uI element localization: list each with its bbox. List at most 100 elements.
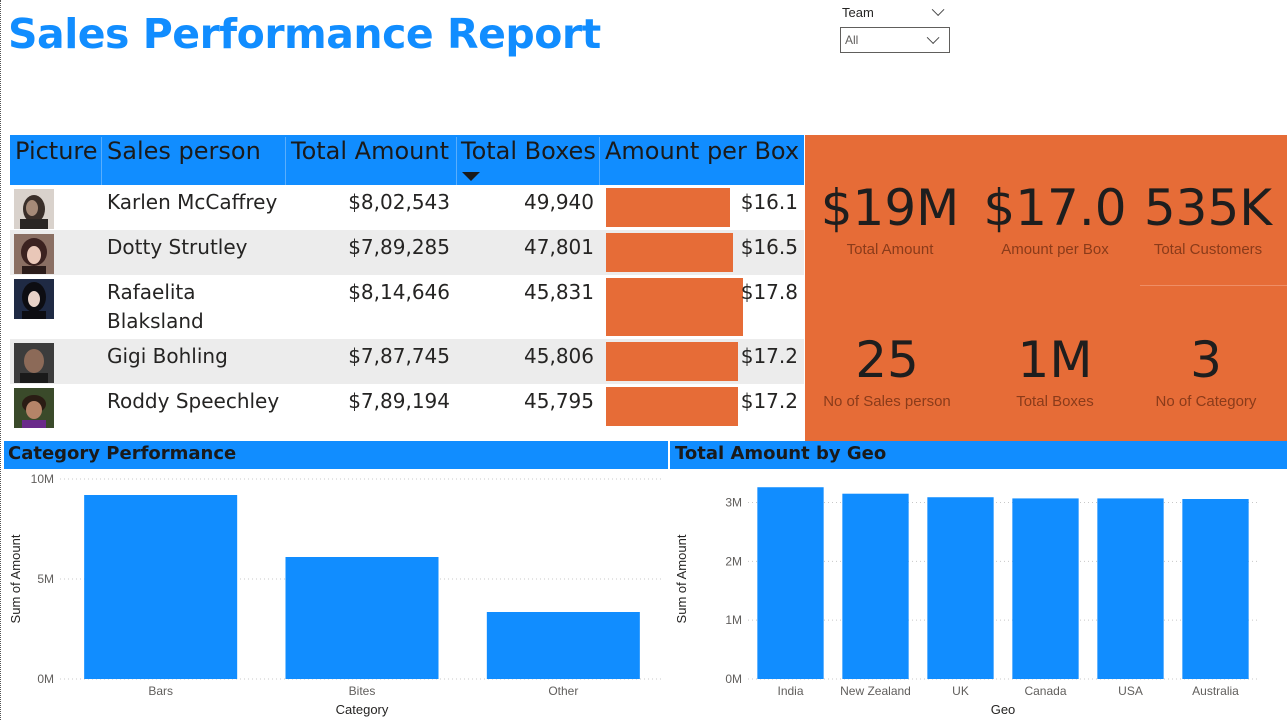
x-tick-label: New Zealand xyxy=(840,684,911,698)
sales-table: Picture Sales person Total Amount Total … xyxy=(10,135,804,428)
y-tick-label: 0M xyxy=(37,672,54,686)
sales-person-name: Karlen McCaffrey xyxy=(107,190,278,214)
total-boxes: 45,831 xyxy=(524,280,594,304)
kpi-divider xyxy=(1140,285,1287,286)
y-tick-label: 2M xyxy=(725,554,742,568)
kpi-no-of-sales-person[interactable]: 25 No of Sales person xyxy=(805,335,969,410)
x-tick-label: Canada xyxy=(1024,684,1066,698)
kpi-value: 3 xyxy=(1190,331,1222,389)
header-total-amount[interactable]: Total Amount xyxy=(285,137,449,185)
kpi-total-customers[interactable]: 535K Total Customers xyxy=(1133,183,1283,258)
geo-amount-chart[interactable]: 0M 1M 2M 3M India New Zealand UK Canada USA Austr… xyxy=(668,469,1287,720)
avatar xyxy=(14,234,54,274)
table-header: Picture Sales person Total Amount Total … xyxy=(10,135,804,185)
slicer-header[interactable]: Team xyxy=(840,2,950,22)
kpi-label: Total Customers xyxy=(1153,241,1263,258)
kpi-value: $17.0 xyxy=(983,179,1127,237)
kpi-no-of-category[interactable]: 3 No of Category xyxy=(1133,335,1279,410)
y-axis-title: Sum of Amount xyxy=(8,534,23,623)
bar-india xyxy=(757,487,824,679)
chevron-down-icon[interactable] xyxy=(926,30,940,44)
table-row[interactable]: Rafaelita Blaksland $8,14,646 45,831 $17… xyxy=(10,275,804,339)
sales-person-name: Gigi Bohling xyxy=(107,344,228,368)
team-slicer[interactable]: Team All xyxy=(840,2,950,53)
kpi-label: Amount per Box xyxy=(1001,241,1109,258)
x-axis-title: Geo xyxy=(991,702,1016,717)
x-tick-label: Australia xyxy=(1192,684,1239,698)
total-amount: $7,89,285 xyxy=(348,235,450,259)
header-amount-per-box[interactable]: Amount per Box xyxy=(599,137,799,185)
bar-usa xyxy=(1097,498,1164,679)
total-amount: $7,89,194 xyxy=(348,389,450,413)
total-boxes: 45,795 xyxy=(524,389,594,413)
y-tick-label: 10M xyxy=(31,472,54,486)
amount-per-box-bar xyxy=(606,188,730,227)
bar-uk xyxy=(927,497,994,679)
x-tick-label: Bars xyxy=(148,684,173,698)
amount-per-box: $16.5 xyxy=(740,235,798,259)
sort-descending-icon[interactable] xyxy=(462,172,480,181)
chevron-down-icon[interactable] xyxy=(931,2,945,16)
bar-bars xyxy=(84,495,238,679)
bar-other xyxy=(486,612,640,679)
y-tick-label: 3M xyxy=(725,496,742,510)
avatar xyxy=(14,343,54,383)
kpi-value: 25 xyxy=(855,331,919,389)
header-sales-person[interactable]: Sales person xyxy=(101,137,261,185)
total-boxes: 49,940 xyxy=(524,190,594,214)
table-row[interactable]: Gigi Bohling $7,87,745 45,806 $17.2 xyxy=(10,339,804,384)
sales-person-name: Rafaelita xyxy=(107,280,196,304)
category-performance-chart[interactable]: 0M 5M 10M Bars Bites Other Category Sum of Amou… xyxy=(0,469,668,720)
amount-per-box-bar xyxy=(606,233,733,272)
x-tick-label: UK xyxy=(952,684,969,698)
amount-per-box-bar xyxy=(606,278,743,336)
x-tick-label: Other xyxy=(548,684,578,698)
bar-australia xyxy=(1182,499,1249,679)
kpi-total-boxes[interactable]: 1M Total Boxes xyxy=(975,335,1135,410)
y-tick-label: 0M xyxy=(725,672,742,686)
kpi-total-amount[interactable]: $19M Total Amount xyxy=(805,183,975,258)
category-chart-title: Category Performance xyxy=(4,441,668,469)
total-amount: $8,02,543 xyxy=(348,190,450,214)
sales-person-name: Roddy Speechley xyxy=(107,389,280,413)
sales-person-name-line2: Blaksland xyxy=(107,309,204,333)
table-row[interactable]: Roddy Speechley $7,89,194 45,795 $17.2 xyxy=(10,384,804,429)
header-picture[interactable]: Picture xyxy=(15,137,98,185)
avatar xyxy=(14,189,54,229)
slicer-label: Team xyxy=(842,4,874,20)
avatar xyxy=(14,388,54,428)
x-axis-title: Category xyxy=(336,702,389,717)
team-dropdown-value: All xyxy=(845,33,859,47)
avatar xyxy=(14,279,54,319)
table-row[interactable]: Dotty Strutley $7,89,285 47,801 $16.5 xyxy=(10,230,804,275)
table-row[interactable]: Karlen McCaffrey $8,02,543 49,940 $16.1 xyxy=(10,185,804,230)
kpi-value: 535K xyxy=(1143,179,1273,237)
bar-new-zealand xyxy=(842,493,909,679)
bar-bites xyxy=(285,557,439,679)
amount-per-box: $17.2 xyxy=(740,344,798,368)
kpi-label: Total Boxes xyxy=(1016,393,1094,410)
x-tick-label: India xyxy=(777,684,803,698)
page-title: Sales Performance Report xyxy=(8,10,601,58)
kpi-value: $19M xyxy=(820,179,960,237)
kpi-label: No of Category xyxy=(1155,393,1257,410)
kpi-value: 1M xyxy=(1017,331,1093,389)
kpi-amount-per-box[interactable]: $17.0 Amount per Box xyxy=(975,183,1135,258)
kpi-label: No of Sales person xyxy=(823,393,951,410)
amount-per-box: $16.1 xyxy=(740,190,798,214)
total-amount: $7,87,745 xyxy=(348,344,450,368)
total-amount: $8,14,646 xyxy=(348,280,450,304)
amount-per-box: $17.2 xyxy=(740,389,798,413)
bar-canada xyxy=(1012,498,1079,679)
amount-per-box-bar xyxy=(606,387,738,426)
amount-per-box-bar xyxy=(606,342,738,381)
geo-chart-title: Total Amount by Geo xyxy=(670,441,1287,469)
x-tick-label: USA xyxy=(1118,684,1143,698)
amount-per-box: $17.8 xyxy=(740,280,798,304)
kpi-label: Total Amount xyxy=(846,241,934,258)
kpi-panel: $19M Total Amount $17.0 Amount per Box 5… xyxy=(805,135,1287,441)
sales-person-name: Dotty Strutley xyxy=(107,235,248,259)
team-dropdown[interactable]: All xyxy=(840,27,950,53)
total-boxes: 45,806 xyxy=(524,344,594,368)
x-tick-label: Bites xyxy=(349,684,376,698)
